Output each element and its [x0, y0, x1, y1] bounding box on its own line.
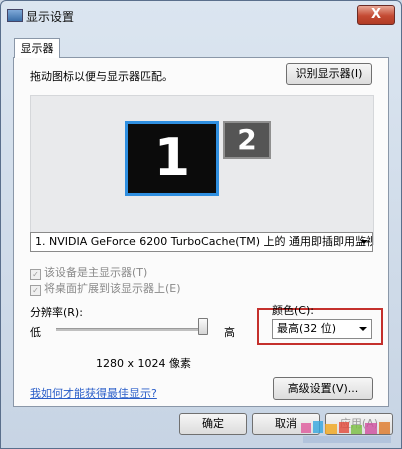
- advanced-settings-button[interactable]: 高级设置(V)...: [273, 377, 373, 400]
- best-display-help-link[interactable]: 我如何才能获得最佳显示?: [30, 385, 157, 401]
- monitor-2-icon[interactable]: 2: [223, 121, 271, 159]
- color-depth-select[interactable]: 最高(32 位): [272, 319, 372, 339]
- apply-button[interactable]: 应用(A): [325, 413, 393, 435]
- monitor-1-icon[interactable]: 1: [125, 121, 219, 196]
- resolution-high-label: 高: [224, 326, 235, 339]
- chevron-down-icon: [359, 327, 367, 331]
- color-label: 颜色(C):: [272, 304, 314, 317]
- resolution-slider-thumb[interactable]: [198, 318, 208, 335]
- display-icon: [7, 9, 23, 22]
- resolution-label: 分辨率(R):: [30, 306, 83, 319]
- ok-button[interactable]: 确定: [179, 413, 247, 435]
- checkbox-label: 将桌面扩展到该显示器上(E): [44, 282, 181, 295]
- cancel-button[interactable]: 取消: [252, 413, 320, 435]
- primary-monitor-checkbox[interactable]: ✓ 该设备是主显示器(T): [30, 264, 147, 280]
- display-settings-window: 显示设置 X 显示器 拖动图标以便与显示器匹配。 识别显示器(I) 1 2 1.…: [0, 0, 402, 449]
- resolution-value: 1280 x 1024 像素: [96, 357, 191, 370]
- display-selector-value: 1. NVIDIA GeForce 6200 TurboCache(TM) 上的…: [35, 235, 373, 248]
- color-depth-value: 最高(32 位): [277, 322, 337, 335]
- resolution-slider-track[interactable]: [56, 328, 208, 331]
- checkbox-label: 该设备是主显示器(T): [44, 266, 148, 279]
- close-button[interactable]: X: [357, 5, 395, 25]
- title-bar: 显示设置 X: [1, 1, 401, 29]
- extend-desktop-checkbox[interactable]: ✓ 将桌面扩展到该显示器上(E): [30, 280, 181, 296]
- monitor-panel: 拖动图标以便与显示器匹配。 识别显示器(I) 1 2 1. NVIDIA GeF…: [13, 57, 389, 407]
- checkbox-checked-icon: ✓: [30, 285, 41, 296]
- checkbox-checked-icon: ✓: [30, 269, 41, 280]
- drag-instruction: 拖动图标以便与显示器匹配。: [30, 70, 173, 83]
- tab-monitor[interactable]: 显示器: [14, 38, 60, 58]
- resolution-low-label: 低: [30, 326, 41, 339]
- identify-monitors-button[interactable]: 识别显示器(I): [286, 63, 372, 85]
- monitor-arrangement-area: 1 2: [30, 95, 374, 245]
- window-title: 显示设置: [26, 10, 75, 24]
- chevron-down-icon: [360, 240, 368, 244]
- display-selector[interactable]: 1. NVIDIA GeForce 6200 TurboCache(TM) 上的…: [30, 232, 373, 252]
